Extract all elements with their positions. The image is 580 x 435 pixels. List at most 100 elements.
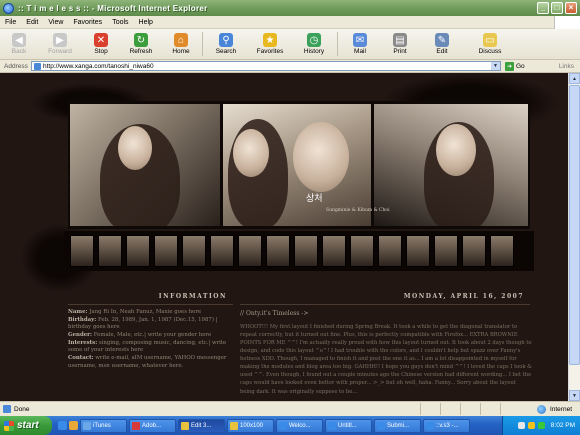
web-page: 상처 Sungminie & Kibum & Choi INFORMATION … (0, 73, 580, 401)
quick-launch-ie-icon[interactable] (58, 421, 67, 430)
home-label: Home (172, 48, 190, 55)
task-button[interactable]: Adob... (129, 418, 176, 433)
tray-network-icon[interactable] (517, 422, 525, 429)
clock[interactable]: 8:02 PM (551, 422, 575, 429)
stop-label: Stop (94, 48, 108, 55)
vertical-scrollbar[interactable]: ▲ ▼ (568, 73, 580, 401)
menu-bar: File Edit View Favorites Tools Help (0, 16, 580, 29)
task-button[interactable]: ::v.s3 -... (423, 418, 470, 433)
info-label: Interests: (68, 339, 98, 346)
folder-icon (181, 421, 189, 430)
info-label: Name: (68, 309, 88, 315)
task-label: ::v.s3 -... (436, 422, 459, 429)
film-frame (154, 235, 178, 267)
address-input[interactable]: http://www.xanga.com/tanoshi_niwa60 ▼ (31, 61, 501, 71)
task-button[interactable]: Untitl... (325, 418, 372, 433)
task-button[interactable]: iTunes (80, 418, 127, 433)
scroll-down-icon[interactable]: ▼ (569, 390, 580, 401)
title-bar: :: T i m e l e s s :: - Microsoft Intern… (0, 0, 580, 16)
zone-label: Internet (549, 405, 572, 413)
menu-tools[interactable]: Tools (107, 19, 133, 26)
security-zone: Internet (536, 404, 572, 414)
forward-button[interactable]: ▶ Forward (38, 29, 82, 59)
info-line: Gender: Female, Male, etc.| write your g… (68, 332, 233, 340)
history-button[interactable]: ◷ History (293, 29, 335, 59)
menu-favorites[interactable]: Favorites (68, 19, 107, 26)
post-body: WHOOT!!! My first layout I finished duri… (240, 324, 532, 395)
edit-button[interactable]: ✎ Edit (420, 29, 464, 59)
task-button[interactable]: 100x100 (227, 418, 274, 433)
close-button[interactable]: × (565, 2, 577, 14)
discuss-icon: ▭ (483, 33, 497, 47)
links-button[interactable]: Links (559, 63, 574, 70)
back-button[interactable]: ◀ Back (0, 29, 38, 59)
tray-security-icon[interactable] (537, 422, 545, 429)
page-done-icon (3, 405, 11, 413)
internet-explorer-icon (328, 421, 336, 430)
film-frame (406, 235, 430, 267)
post-date-heading: MONDAY, APRIL 16, 2007 (240, 293, 530, 305)
film-frame (182, 235, 206, 267)
menu-edit[interactable]: Edit (21, 19, 43, 26)
menu-view[interactable]: View (43, 19, 68, 26)
forward-label: Forward (48, 48, 72, 55)
task-label: Welco... (289, 422, 311, 429)
maximize-button[interactable]: □ (551, 2, 563, 14)
itunes-icon (83, 421, 91, 430)
favorites-button[interactable]: ★ Favorites (247, 29, 293, 59)
quick-launch-folder-icon[interactable] (69, 421, 78, 430)
task-button[interactable]: Edit 3... (178, 418, 225, 433)
print-button[interactable]: ▤ Print (380, 29, 420, 59)
address-bar: Address http://www.xanga.com/tanoshi_niw… (0, 60, 580, 73)
film-frame (378, 235, 402, 267)
info-line: Name: Jang Ri In, Neah Fanuz, Maxie goes… (68, 309, 233, 317)
start-label: start (17, 420, 39, 431)
banner-caption-sub: Sungminie & Kibum & Choi (326, 208, 390, 213)
tray-volume-icon[interactable] (527, 422, 535, 429)
film-frame (322, 235, 346, 267)
history-icon: ◷ (307, 33, 321, 47)
info-text: Jang Ri In, Neah Fanuz, Maxie goes here (87, 309, 202, 315)
home-button[interactable]: ⌂ Home (162, 29, 200, 59)
start-button[interactable]: start (0, 416, 52, 435)
film-frame (434, 235, 458, 267)
film-frame (350, 235, 374, 267)
discuss-button[interactable]: ▭ Discuss (464, 29, 516, 59)
menu-file[interactable]: File (0, 19, 21, 26)
address-label: Address (4, 62, 28, 70)
favorites-star-icon: ★ (263, 33, 277, 47)
task-label: iTunes (93, 422, 111, 429)
menu-help[interactable]: Help (134, 19, 158, 26)
minimize-button[interactable]: _ (537, 2, 549, 14)
film-frame (294, 235, 318, 267)
address-url[interactable]: http://www.xanga.com/tanoshi_niwa60 (43, 63, 154, 70)
go-label: Go (516, 62, 525, 70)
status-divider (420, 403, 421, 415)
mail-button[interactable]: ✉ Mail (340, 29, 380, 59)
banner-photo-1 (70, 104, 220, 226)
refresh-button[interactable]: ↻ Refresh (120, 29, 162, 59)
info-label: Birthday: (68, 316, 97, 323)
task-button[interactable]: Welco... (276, 418, 323, 433)
status-text: Done (14, 405, 30, 413)
address-dropdown-icon[interactable]: ▼ (491, 62, 500, 70)
go-button[interactable]: ➜ Go (505, 61, 525, 71)
refresh-icon: ↻ (134, 33, 148, 47)
header-banner: 상처 Sungminie & Kibum & Choi (68, 101, 530, 229)
printer-icon: ▤ (393, 33, 407, 47)
adobe-icon (132, 421, 140, 430)
scroll-up-icon[interactable]: ▲ (569, 73, 580, 84)
post-title[interactable]: // Onty.it's Timeless -> (240, 310, 308, 317)
film-frame (238, 235, 262, 267)
mail-label: Mail (354, 48, 366, 55)
scrollbar-thumb[interactable] (569, 85, 580, 365)
stop-button[interactable]: ✕ Stop (82, 29, 120, 59)
film-frame (462, 235, 486, 267)
search-label: Search (215, 48, 237, 55)
film-frame (98, 235, 122, 267)
search-button[interactable]: ⚲ Search (205, 29, 247, 59)
film-frame (490, 235, 514, 267)
status-divider (460, 403, 461, 415)
toolbar-separator (202, 32, 203, 56)
task-button[interactable]: Submi... (374, 418, 421, 433)
